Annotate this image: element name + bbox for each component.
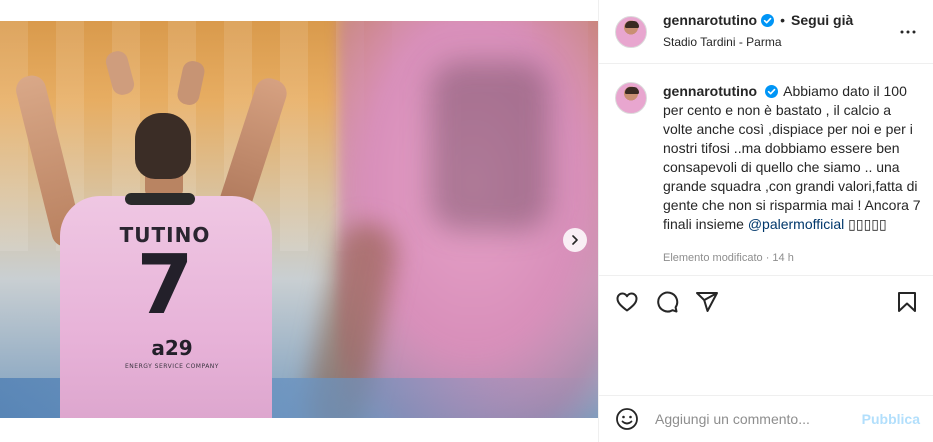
carousel-next-button[interactable]: [563, 228, 587, 252]
caption-username[interactable]: gennarotutino: [663, 83, 757, 99]
verified-badge-icon: [765, 85, 778, 98]
comment-icon: [657, 291, 679, 313]
caption-avatar[interactable]: [615, 82, 647, 114]
media-player: TUTINO 7 a29 ENERGY SERVICE COMPANY: [13, 48, 291, 418]
caption-mention[interactable]: @palermofficial: [748, 216, 844, 232]
caption-area: gennarotutino Abbiamo dato il 100 per ce…: [599, 64, 933, 276]
publish-button[interactable]: Pubblica: [862, 411, 920, 427]
more-options-icon: [900, 30, 916, 34]
caption-meta: Elemento modificato · 14 h: [663, 252, 794, 264]
header-bullet: •: [780, 12, 786, 28]
jersey-sponsor: a29: [151, 336, 193, 360]
comment-input[interactable]: [655, 409, 855, 429]
share-button[interactable]: [695, 290, 719, 314]
verified-badge-icon: [761, 13, 775, 27]
share-icon: [696, 292, 718, 312]
comment-button[interactable]: [655, 290, 679, 314]
like-button[interactable]: [615, 290, 639, 314]
emoji-button[interactable]: [615, 407, 639, 431]
bookmark-icon: [898, 292, 916, 312]
comment-bar: Pubblica: [599, 395, 933, 442]
media-blurred-number: [430, 61, 550, 231]
jersey-number: 7: [136, 238, 194, 333]
caption-body: Abbiamo dato il 100 per cento e non è ba…: [663, 83, 921, 232]
action-bar: [599, 276, 933, 328]
player-right-hand: [175, 59, 207, 107]
player-head: [135, 113, 191, 179]
heart-icon: [616, 292, 638, 312]
follow-button[interactable]: Segui già: [791, 12, 853, 28]
jersey-sponsor-sub: ENERGY SERVICE COMPANY: [125, 363, 219, 370]
player-collar: [125, 193, 195, 205]
caption-emojis: ▯▯▯▯▯: [848, 216, 887, 232]
instagram-post: TUTINO 7 a29 ENERGY SERVICE COMPANY genn…: [0, 0, 933, 442]
player-left-hand: [103, 48, 137, 98]
post-header: gennarotutino • Segui già Stadio Tardini…: [599, 0, 933, 64]
chevron-right-icon: [572, 235, 578, 245]
save-button[interactable]: [895, 290, 919, 314]
more-options-button[interactable]: [896, 20, 920, 44]
location-link[interactable]: Stadio Tardini - Parma: [663, 35, 853, 49]
header-text: gennarotutino • Segui già Stadio Tardini…: [663, 12, 853, 49]
caption-text: gennarotutino Abbiamo dato il 100 per ce…: [663, 82, 921, 234]
post-media[interactable]: TUTINO 7 a29 ENERGY SERVICE COMPANY: [0, 21, 598, 418]
post-side-panel: gennarotutino • Segui già Stadio Tardini…: [598, 0, 933, 442]
header-username[interactable]: gennarotutino: [663, 12, 757, 28]
avatar[interactable]: [615, 16, 647, 48]
emoji-icon: [616, 408, 638, 430]
